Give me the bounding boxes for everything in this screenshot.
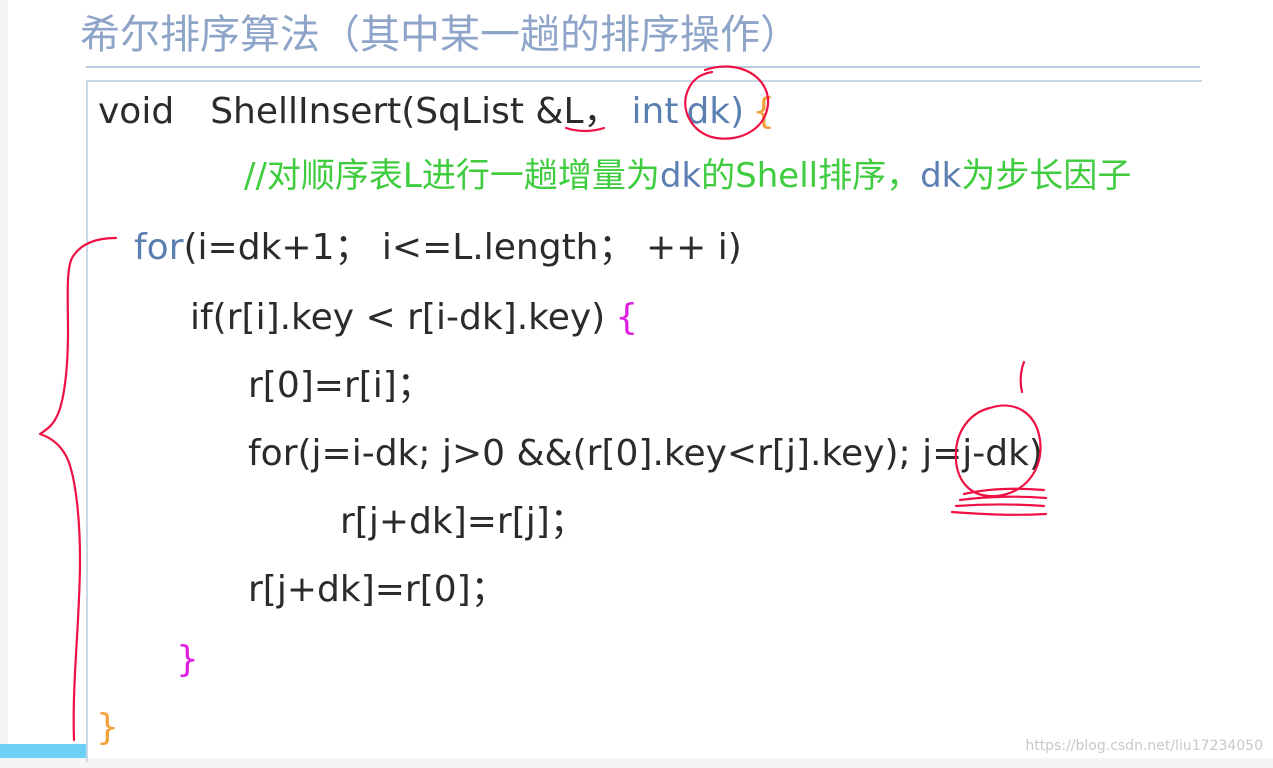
code-line-shift: r[j+dk]=r[j]；	[340, 501, 586, 542]
code-comment: //对顺序表L进行一趟增量为dk的Shell排序，dk为步长因子	[244, 156, 1132, 196]
code-line-outer-for: for(i=dk+1； i<=L.length； ++ i)	[134, 227, 742, 268]
code-line-insert: r[j+dk]=r[0]；	[248, 569, 507, 610]
code-line-inner-for: for(j=i-dk; j>0 &&(r[0].key<r[j].key); j…	[248, 433, 1043, 474]
function-signature: ShellInsert(SqList &L，	[210, 91, 620, 132]
param-dk: dk)	[686, 91, 745, 132]
keyword-int: int	[631, 91, 679, 132]
if-close-brace: }	[176, 639, 199, 680]
code-line-assign-sentinel: r[0]=r[i]；	[248, 365, 433, 406]
keyword-void: void	[98, 91, 175, 132]
footer-accent-bar	[0, 744, 86, 758]
keyword-for: for	[134, 227, 184, 268]
function-close-brace: }	[96, 707, 119, 748]
if-open-brace: {	[615, 297, 639, 338]
slide-title: 希尔排序算法（其中某一趟的排序操作）	[80, 12, 800, 58]
title-divider	[86, 66, 1200, 68]
code-line-if: if(r[i].key < r[i-dk].key){	[190, 297, 639, 338]
code-line-signature: void ShellInsert(SqList &L， int dk){	[98, 92, 775, 132]
function-open-brace: {	[752, 91, 776, 132]
watermark: https://blog.csdn.net/liu17234050	[1025, 738, 1263, 754]
